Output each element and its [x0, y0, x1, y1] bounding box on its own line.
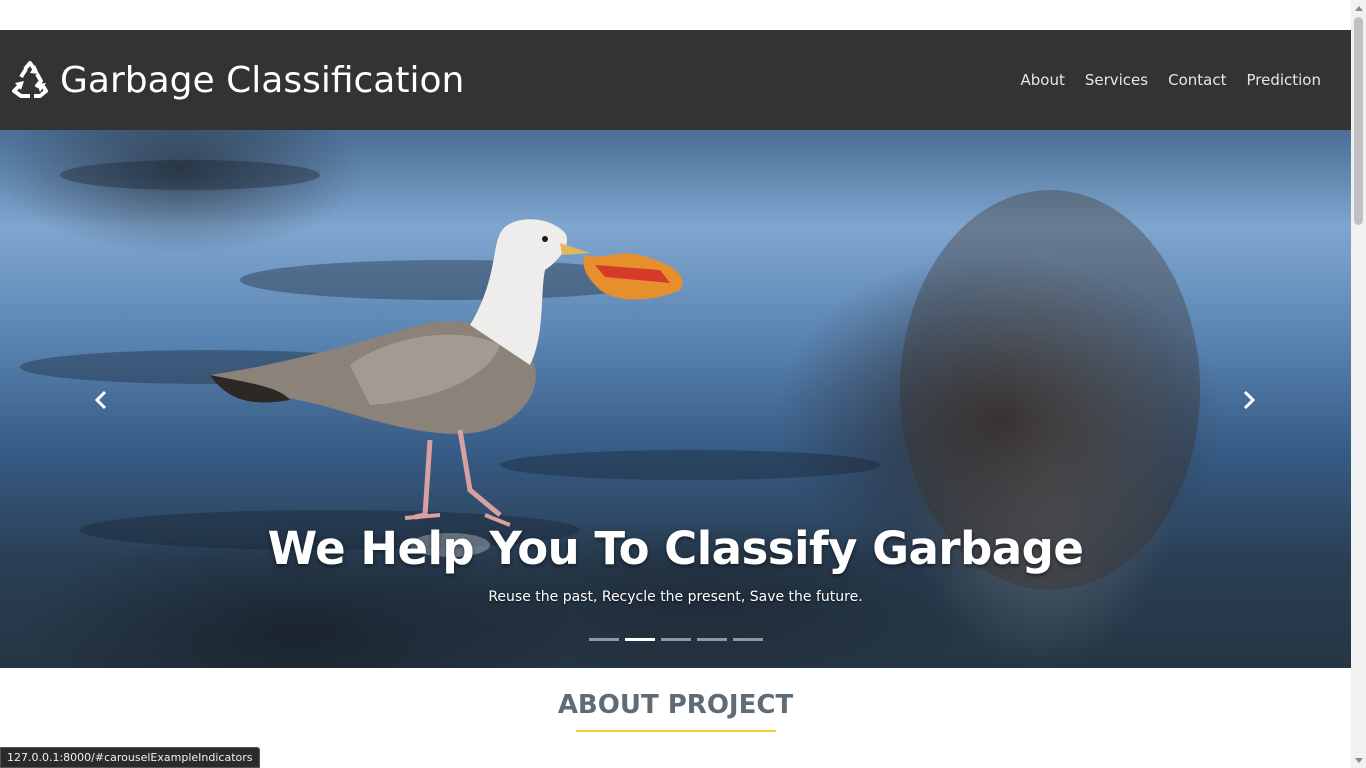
scroll-down-button[interactable] [1351, 753, 1366, 768]
page-scrollbar[interactable] [1351, 0, 1366, 768]
water-ripple [60, 160, 320, 190]
carousel-indicator-4[interactable] [697, 638, 727, 641]
nav-links: About Services Contact Prediction [1010, 63, 1331, 97]
triangle-down-icon [1354, 757, 1363, 763]
chevron-left-icon [94, 390, 107, 410]
nav-services[interactable]: Services [1075, 63, 1158, 97]
carousel-indicator-2[interactable] [625, 638, 655, 641]
navbar: Garbage Classification About Services Co… [0, 30, 1351, 130]
carousel-indicator-1[interactable] [589, 638, 619, 641]
nav-about[interactable]: About [1010, 63, 1074, 97]
carousel-indicator-3[interactable] [661, 638, 691, 641]
carousel-indicator-5[interactable] [733, 638, 763, 641]
top-strip [0, 0, 1351, 30]
carousel-caption: We Help You To Classify Garbage Reuse th… [0, 522, 1351, 605]
brand-title: Garbage Classification [60, 59, 465, 101]
seagull-image [210, 219, 683, 557]
carousel-prev-button[interactable] [86, 388, 116, 412]
carousel-next-button[interactable] [1234, 388, 1264, 412]
nav-prediction[interactable]: Prediction [1236, 63, 1331, 97]
scroll-thumb[interactable] [1354, 17, 1363, 225]
brand-link[interactable]: Garbage Classification [10, 60, 464, 101]
nav-contact[interactable]: Contact [1158, 63, 1236, 97]
chevron-right-icon [1243, 390, 1256, 410]
scroll-up-button[interactable] [1351, 0, 1366, 15]
page: Garbage Classification About Services Co… [0, 0, 1366, 768]
hero-title: We Help You To Classify Garbage [267, 522, 1084, 575]
hero-carousel: We Help You To Classify Garbage Reuse th… [0, 130, 1351, 668]
about-title: ABOUT PROJECT [557, 690, 794, 720]
carousel-indicators [589, 638, 763, 641]
hero-subtitle: Reuse the past, Recycle the present, Sav… [488, 589, 863, 605]
about-underline [576, 730, 776, 732]
status-bar-url: 127.0.0.1:8000/#carouselExampleIndicator… [0, 747, 260, 768]
triangle-up-icon [1354, 5, 1363, 11]
recycle-icon [10, 60, 50, 100]
